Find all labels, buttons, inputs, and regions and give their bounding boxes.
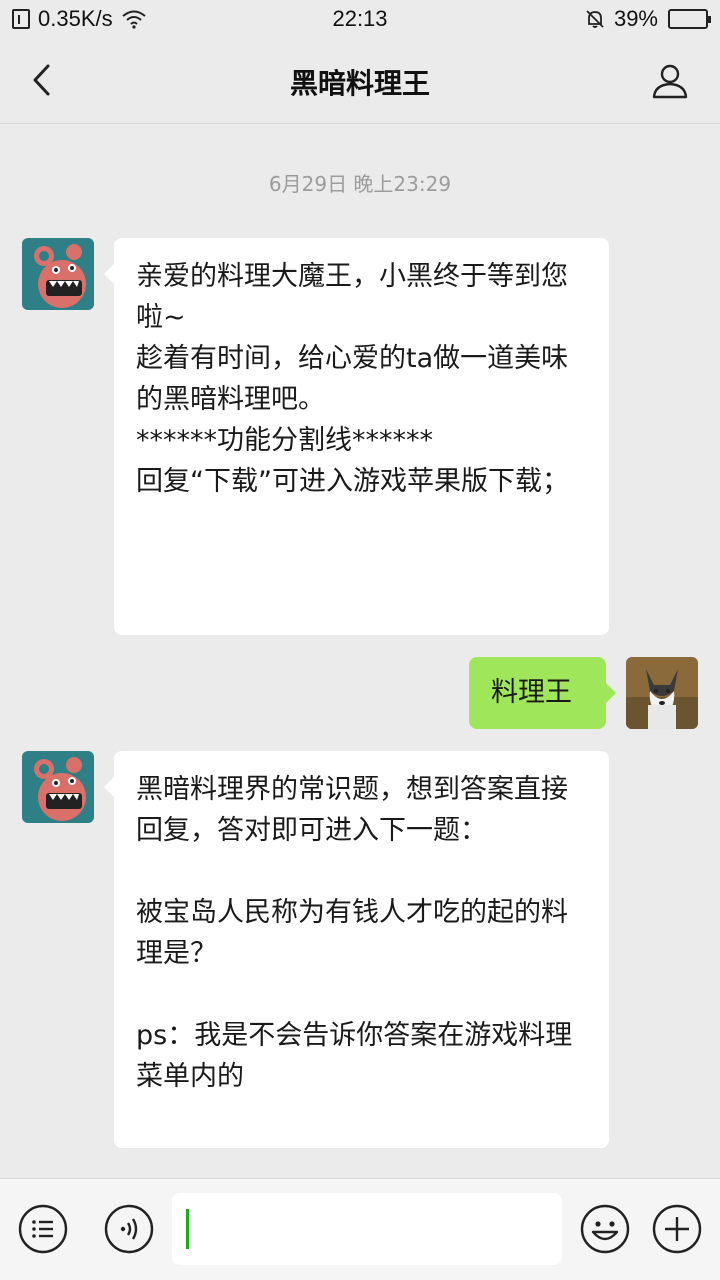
emoji-icon xyxy=(580,1204,630,1254)
message-bubble-outgoing[interactable]: 料理王 xyxy=(469,657,616,729)
message-timestamp: 6月29日 晚上23:29 xyxy=(268,172,452,196)
battery-icon xyxy=(668,9,711,29)
monster-avatar-icon xyxy=(22,238,94,310)
text-cursor xyxy=(186,1209,189,1249)
monster-avatar-icon xyxy=(22,751,94,823)
status-bar: 0.35K/s 22:13 39% xyxy=(0,0,720,38)
chevron-left-icon xyxy=(33,64,50,96)
back-button[interactable] xyxy=(22,60,62,100)
plus-icon xyxy=(652,1204,702,1254)
my-avatar[interactable] xyxy=(626,657,698,729)
battery-percent: 39% xyxy=(613,6,658,31)
message-bubble-incoming[interactable]: 黑暗料理界的常识题，想到答案直接回复，答对即可进入下一题： 被宝岛人民称为有钱人… xyxy=(104,751,609,1148)
sender-avatar[interactable] xyxy=(22,238,94,310)
menu-list-icon xyxy=(18,1204,68,1254)
voice-button[interactable] xyxy=(104,1204,154,1254)
more-button[interactable] xyxy=(652,1204,702,1254)
nav-bar: 黑暗料理王 xyxy=(0,38,720,124)
menu-button[interactable] xyxy=(18,1204,68,1254)
chat-title: 黑暗料理王 xyxy=(289,67,430,100)
status-right: 39% xyxy=(584,6,711,32)
sender-avatar[interactable] xyxy=(22,751,94,823)
profile-button[interactable] xyxy=(648,58,692,102)
voice-icon xyxy=(104,1204,154,1254)
emoji-button[interactable] xyxy=(580,1204,630,1254)
message-bubble-incoming[interactable]: 亲爱的料理大魔王，小黑终于等到您啦~ 趁着有时间，给心爱的ta做一道美味的黑暗料… xyxy=(104,238,609,635)
input-bar xyxy=(0,1178,720,1280)
message-input[interactable] xyxy=(172,1193,562,1265)
user-profile-icon xyxy=(652,64,688,99)
bell-off-icon xyxy=(586,10,604,28)
husky-avatar-icon xyxy=(626,657,698,729)
